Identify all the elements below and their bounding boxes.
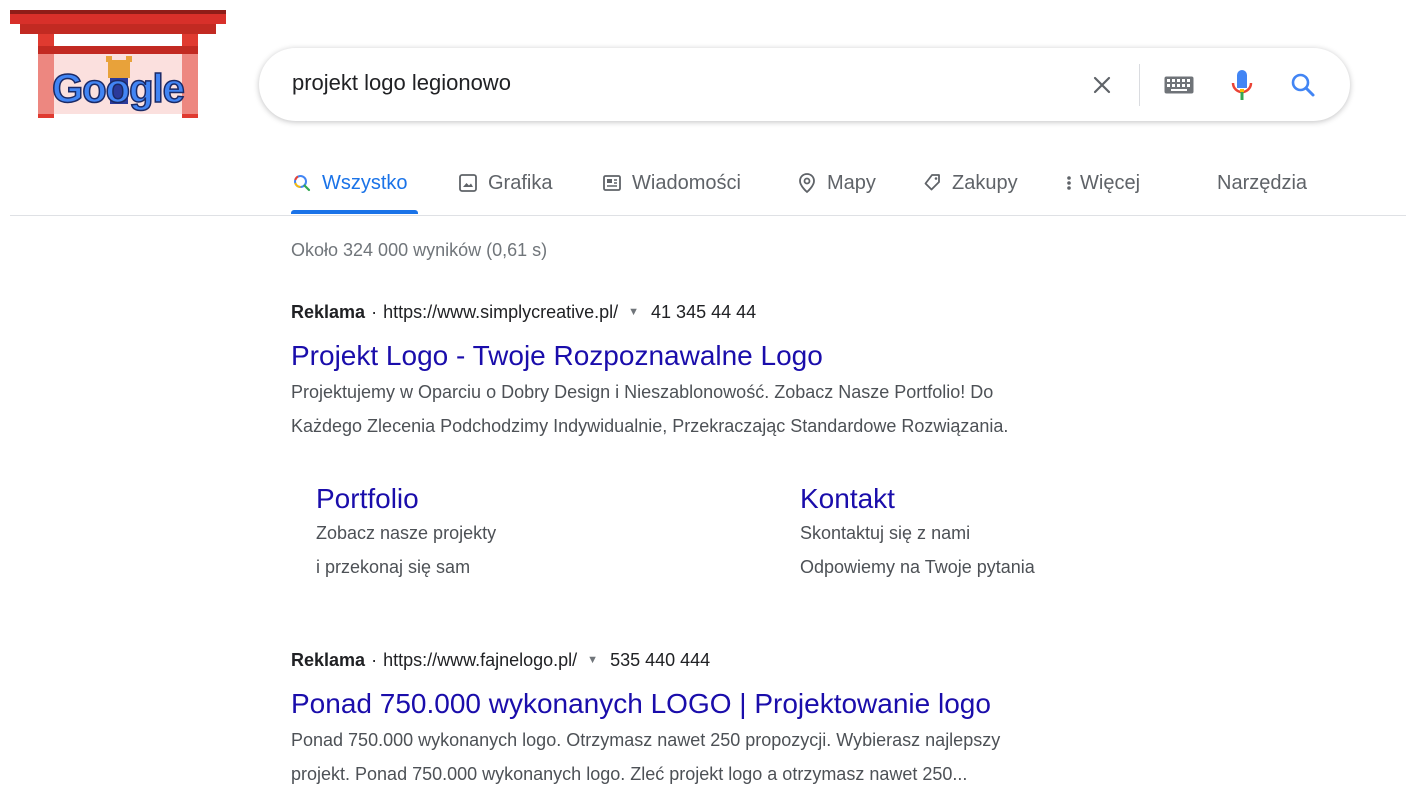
ad-url[interactable]: https://www.simplycreative.pl/	[383, 302, 618, 323]
keyboard-icon	[1164, 76, 1194, 93]
sitelink-portfolio: Portfolio Zobacz nasze projekty i przeko…	[316, 482, 736, 584]
tab-more[interactable]: Więcej	[1064, 168, 1140, 198]
ad-description-line: Każdego Zlecenia Podchodzimy Indywidualn…	[291, 416, 1009, 436]
tab-shopping[interactable]: Zakupy	[921, 168, 1018, 198]
tab-label: Zakupy	[952, 171, 1018, 194]
search-box[interactable]: projekt logo legionowo	[259, 48, 1350, 121]
tab-maps[interactable]: Mapy	[796, 168, 876, 198]
ad-phone[interactable]: 535 440 444	[610, 650, 710, 671]
search-tabs: Wszystko Grafika Wiadomości Mapy Zakupy …	[0, 160, 1406, 216]
tag-icon	[921, 172, 943, 194]
ad-description: Projektujemy w Oparciu o Dobry Design i …	[291, 375, 1191, 443]
ad-badge: Reklama	[291, 301, 366, 322]
sitelink-line: Skontaktuj się z nami	[800, 523, 971, 543]
image-icon	[457, 172, 479, 194]
microphone-icon	[1231, 69, 1253, 100]
tab-label: Mapy	[827, 171, 876, 194]
search-button[interactable]	[1285, 48, 1321, 121]
tab-all[interactable]: Wszystko	[291, 168, 408, 198]
result-stats: Około 324 000 wyników (0,61 s)	[291, 240, 548, 260]
search-input[interactable]: projekt logo legionowo	[292, 70, 511, 96]
ad-url[interactable]: https://www.fajnelogo.pl/	[383, 650, 577, 671]
sitelink-contact: Kontakt Skontaktuj się z nami Odpowiemy …	[800, 482, 1220, 584]
ad-description-line: Ponad 750.000 wykonanych logo. Otrzymasz…	[291, 730, 1001, 750]
tab-label: Wiadomości	[632, 171, 741, 194]
tab-news[interactable]: Wiadomości	[601, 168, 741, 198]
caret-down-icon[interactable]: ▼	[628, 306, 639, 318]
separator-dot: ·	[371, 649, 378, 670]
sitelink-line: i przekonaj się sam	[316, 557, 471, 577]
more-vert-icon	[1064, 172, 1074, 194]
ad-result: Reklama · https://www.fajnelogo.pl/ ▼ 53…	[291, 647, 1191, 791]
tabs-divider	[10, 215, 1406, 216]
caret-down-icon[interactable]: ▼	[587, 654, 598, 666]
ad-phone[interactable]: 41 345 44 44	[651, 302, 756, 323]
voice-search-button[interactable]	[1224, 48, 1260, 121]
search-icon	[291, 172, 313, 194]
ad-description-line: projekt. Ponad 750.000 wykonanych logo. …	[291, 764, 968, 784]
map-pin-icon	[796, 172, 818, 194]
tools-label: Narzędzia	[1217, 171, 1308, 194]
ad-url-line: Reklama · https://www.simplycreative.pl/…	[291, 299, 1191, 325]
google-doodle-logo[interactable]: Google	[10, 8, 226, 118]
tools-button[interactable]: Narzędzia	[1217, 168, 1307, 198]
tab-label: Więcej	[1080, 171, 1141, 194]
sitelink-title[interactable]: Kontakt	[800, 482, 1220, 516]
search-divider	[1139, 64, 1140, 106]
ad-badge: Reklama	[291, 649, 366, 670]
ad-result: Reklama · https://www.simplycreative.pl/…	[291, 299, 1191, 443]
active-tab-indicator	[291, 210, 418, 214]
tab-images[interactable]: Grafika	[457, 168, 552, 198]
close-icon	[1093, 76, 1111, 93]
ad-url-line: Reklama · https://www.fajnelogo.pl/ ▼ 53…	[291, 647, 1191, 673]
search-icon	[1291, 73, 1315, 96]
news-icon	[601, 172, 623, 194]
sitelink-title[interactable]: Portfolio	[316, 482, 736, 516]
ad-description-line: Projektujemy w Oparciu o Dobry Design i …	[291, 382, 994, 402]
sitelink-line: Odpowiemy na Twoje pytania	[800, 557, 1035, 577]
clear-search-button[interactable]	[1084, 48, 1120, 121]
tab-label: Wszystko	[322, 171, 408, 194]
ad-description: Ponad 750.000 wykonanych logo. Otrzymasz…	[291, 723, 1191, 791]
ad-title-link[interactable]: Projekt Logo - Twoje Rozpoznawalne Logo	[291, 339, 1191, 373]
sitelink-line: Zobacz nasze projekty	[316, 523, 497, 543]
separator-dot: ·	[371, 301, 378, 322]
keyboard-button[interactable]	[1159, 48, 1199, 121]
ad-title-link[interactable]: Ponad 750.000 wykonanych LOGO | Projekto…	[291, 687, 1191, 721]
tab-label: Grafika	[488, 171, 553, 194]
logo-letters: Google	[52, 67, 184, 111]
